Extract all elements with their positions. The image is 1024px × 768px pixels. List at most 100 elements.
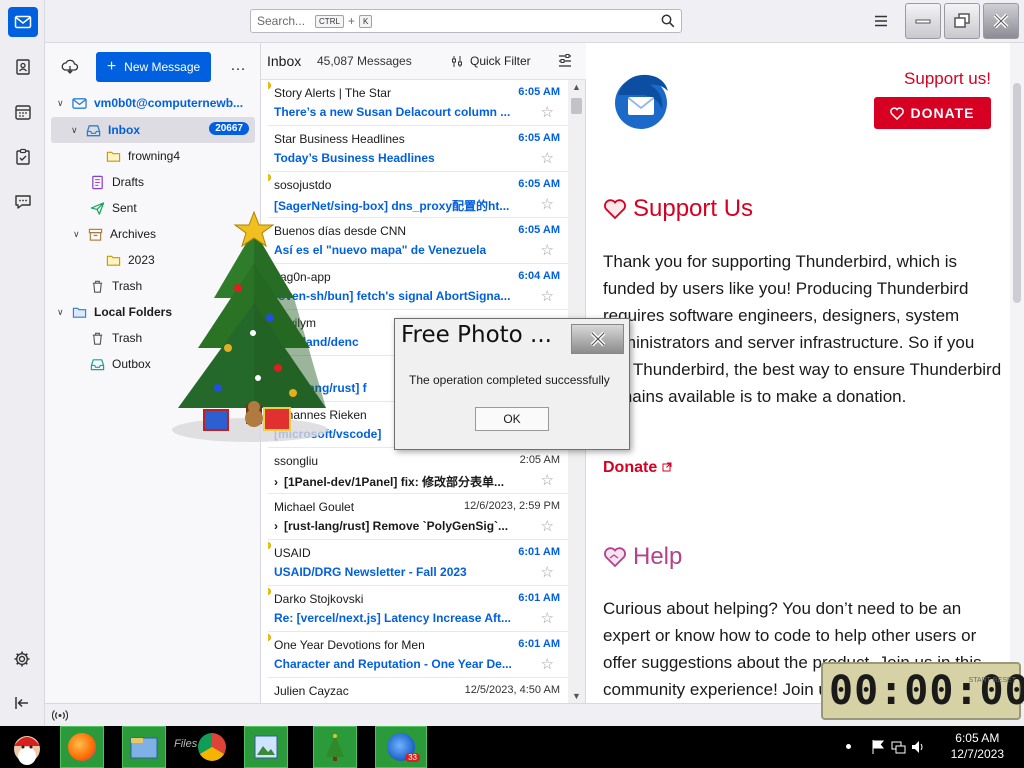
folder-pane-more-icon[interactable]: … — [230, 57, 247, 75]
message-date: 6:05 AM — [518, 178, 560, 190]
star-icon[interactable]: ☆ — [541, 289, 554, 304]
system-tray[interactable] — [870, 734, 940, 760]
thunderbird-logo-icon — [615, 74, 668, 129]
app-menu-icon[interactable] — [872, 12, 890, 30]
start-button[interactable] — [2, 726, 52, 768]
message-subject-text: There’s a new Susan Delacourt column ... — [274, 105, 511, 119]
stopwatch-widget[interactable]: 00:00:00 START RESET — [821, 662, 1024, 720]
message-row[interactable]: Story Alerts | The Star 6:05 AM There’s a … — [268, 80, 568, 126]
search-box[interactable]: Search... CTRL + K — [250, 9, 682, 33]
search-icon[interactable] — [661, 14, 675, 28]
expand-chevron-icon[interactable]: ∨ — [57, 98, 71, 109]
taskbar-firefox[interactable] — [60, 726, 104, 768]
expand-chevron-icon[interactable]: ∨ — [57, 307, 71, 318]
address-book-icon[interactable] — [8, 52, 38, 82]
message-row[interactable]: ssongliu 2:05 AM › [1Panel-dev/1Panel] fix:… — [268, 448, 568, 494]
close-button[interactable] — [983, 3, 1019, 39]
taskbar-christmas-tree[interactable] — [313, 726, 357, 768]
local-folders-row[interactable]: ∨ Local Folders — [57, 299, 172, 325]
taskbar-chrome[interactable] — [190, 726, 234, 768]
folder-frowning4[interactable]: frowning4 — [105, 143, 180, 169]
tray-separator-dot — [846, 744, 851, 749]
restore-button[interactable] — [944, 3, 980, 39]
settings-gear-icon[interactable] — [13, 650, 31, 668]
donate-button[interactable]: DONATE — [874, 97, 991, 129]
message-row[interactable]: Darko Stojkovski 6:01 AM Re: [vercel/next.… — [268, 586, 568, 632]
dialog-ok-button[interactable]: OK — [475, 407, 549, 431]
content-scrollbar[interactable] — [1010, 43, 1024, 703]
star-icon[interactable]: ☆ — [541, 565, 554, 580]
folder-inbox[interactable]: ∨ Inbox 20667 — [51, 117, 255, 143]
donate-link[interactable]: Donate — [603, 459, 672, 477]
stopwatch-controls[interactable]: START RESET — [969, 676, 1016, 685]
message-sender: One Year Devotions for Men — [274, 638, 425, 652]
flag-icon[interactable] — [870, 739, 886, 755]
local-outbox[interactable]: Outbox — [89, 351, 151, 377]
star-icon[interactable]: ☆ — [541, 151, 554, 166]
scroll-thumb[interactable] — [571, 98, 582, 114]
scroll-up-icon[interactable]: ▲ — [572, 82, 581, 92]
local-trash[interactable]: Trash — [89, 325, 142, 351]
message-subject-text: [1Panel-dev/1Panel] fix: 修改部分表单... — [284, 475, 505, 489]
star-icon[interactable]: ☆ — [541, 519, 554, 534]
content-scroll-thumb[interactable] — [1013, 83, 1021, 303]
message-count: 45,087 Messages — [317, 54, 412, 68]
unread-dot-icon[interactable] — [268, 174, 271, 181]
volume-icon[interactable] — [910, 739, 926, 755]
online-status-icon[interactable] — [52, 709, 68, 722]
dialog-close-button[interactable] — [571, 324, 624, 354]
thread-chevron-icon[interactable]: › — [274, 519, 278, 533]
help-heading-text: Help — [633, 543, 683, 570]
message-row[interactable]: USAID 6:01 AM USAID/DRG Newsletter - Fall … — [268, 540, 568, 586]
network-icon[interactable] — [890, 739, 906, 755]
mail-space-icon[interactable] — [8, 7, 38, 37]
taskbar-file-explorer[interactable] — [122, 726, 166, 768]
folder-2023[interactable]: 2023 — [105, 247, 155, 273]
new-message-button[interactable]: + New Message — [96, 52, 211, 82]
support-us-link[interactable]: Support us! — [904, 69, 991, 89]
folder-icon — [105, 148, 121, 164]
unread-dot-icon[interactable] — [268, 588, 271, 595]
unread-dot-icon[interactable] — [268, 634, 271, 641]
star-icon[interactable]: ☆ — [541, 105, 554, 120]
message-row[interactable]: Michael Goulet 12/6/2023, 2:59 PM › [rust-l… — [268, 494, 568, 540]
folder-archives[interactable]: ∨ Archives — [73, 221, 156, 247]
account-row[interactable]: ∨ vm0b0t@computernewb... — [57, 90, 257, 116]
expand-chevron-icon[interactable]: ∨ — [73, 229, 87, 240]
star-icon[interactable]: ☆ — [541, 243, 554, 258]
inbox-label: Inbox — [108, 123, 140, 137]
support-heading-text: Support Us — [633, 195, 754, 222]
star-icon[interactable]: ☆ — [541, 197, 554, 212]
unread-dot-icon[interactable] — [268, 542, 271, 549]
calendar-icon[interactable] — [8, 97, 38, 127]
chat-icon[interactable] — [8, 187, 38, 217]
folder-icon — [105, 252, 121, 268]
quick-filter-button[interactable]: Quick Filter — [451, 54, 531, 68]
scroll-down-icon[interactable]: ▼ — [572, 691, 581, 701]
message-row[interactable]: Star Business Headlines 6:05 AM Today’s Bu… — [268, 126, 568, 172]
expand-chevron-icon[interactable]: ∨ — [71, 125, 85, 136]
minimize-button[interactable] — [905, 3, 941, 39]
folder-sent[interactable]: Sent — [89, 195, 137, 221]
collapse-toolbar-icon[interactable] — [13, 694, 31, 712]
star-icon[interactable]: ☆ — [541, 473, 554, 488]
taskbar-clock[interactable]: 6:05 AM 12/7/2023 — [951, 730, 1004, 762]
folder-trash[interactable]: Trash — [89, 273, 142, 299]
taskbar-thunderbird[interactable]: 33 — [375, 726, 427, 768]
message-date: 6:05 AM — [518, 86, 560, 98]
display-options-icon[interactable] — [557, 53, 573, 69]
get-messages-icon[interactable] — [61, 58, 79, 76]
message-row[interactable]: One Year Devotions for Men 6:01 AM Charact… — [268, 632, 568, 678]
message-date: 6:01 AM — [518, 638, 560, 650]
tasks-icon[interactable] — [8, 142, 38, 172]
message-row[interactable]: Julien Cayzac12/5/2023, 4:50 AM☆ — [268, 678, 568, 703]
quick-filter-icon — [452, 55, 462, 67]
star-icon[interactable]: ☆ — [541, 611, 554, 626]
taskbar-photo-app[interactable] — [244, 726, 288, 768]
message-subject: Today’s Business Headlines — [274, 151, 529, 165]
thread-chevron-icon[interactable]: › — [274, 475, 278, 489]
folder-label: Trash — [112, 279, 143, 293]
unread-dot-icon[interactable] — [268, 82, 271, 89]
folder-drafts[interactable]: Drafts — [89, 169, 144, 195]
star-icon[interactable]: ☆ — [541, 657, 554, 672]
